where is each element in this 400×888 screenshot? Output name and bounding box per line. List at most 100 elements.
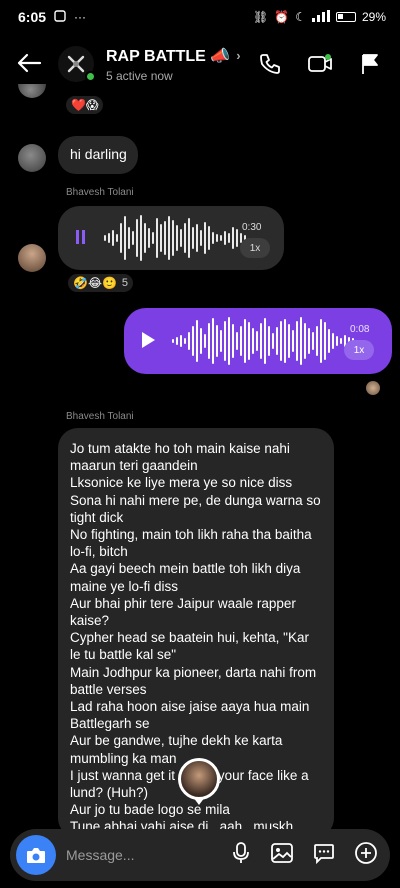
message-reactions[interactable]: ❤️😱 (64, 94, 106, 116)
waveform-bar (220, 330, 222, 352)
lyric-line: No fighting, main toh likh raha tha bait… (70, 527, 312, 560)
waveform-bar (316, 326, 318, 356)
waveform-bar (104, 235, 106, 241)
lyric-line: Main Jodhpur ka pioneer, darta nahi from… (70, 664, 317, 697)
waveform-bar (108, 233, 110, 243)
more-options-button[interactable] (354, 841, 378, 870)
waveform-bar (184, 223, 186, 253)
waveform-bar (304, 323, 306, 359)
waveform-bar (228, 317, 230, 365)
lyric-line: Aa gayi beech mein battle toh likh diya … (70, 561, 301, 594)
camera-button[interactable] (16, 835, 56, 875)
waveform-bar (188, 332, 190, 350)
waveform-bar (300, 317, 302, 365)
lyric-line: Sona hi nahi mere pe, de dunga warna so … (70, 492, 321, 525)
outgoing-voice-message[interactable]: 0:08 1x (124, 308, 392, 374)
waveform-bar (224, 231, 226, 245)
waveform-bar (248, 322, 250, 360)
plus-circle-icon (355, 841, 377, 864)
sender-avatar[interactable] (18, 84, 46, 98)
waveform-bar (200, 328, 202, 354)
sticker-button[interactable] (312, 841, 336, 870)
chat-title-area[interactable]: RAP BATTLE 📣 › 5 active now (106, 46, 241, 83)
waveform-bar (148, 228, 150, 248)
waveform-bar (328, 329, 330, 353)
waveform-bar (160, 224, 162, 252)
waveform-bar (256, 331, 258, 351)
floating-profile-avatar[interactable] (178, 758, 220, 800)
lyric-line: Lksonice ke liye mera ye so nice diss (70, 475, 293, 491)
message-bubble[interactable]: hi darling (58, 136, 138, 174)
play-icon (142, 332, 155, 348)
online-indicator (85, 71, 96, 82)
message-input[interactable] (66, 847, 216, 863)
waveform-bar (168, 216, 170, 260)
gallery-button[interactable] (270, 841, 294, 870)
sender-avatar[interactable] (18, 244, 46, 272)
phone-icon (260, 54, 280, 74)
waveform-bar (240, 326, 242, 356)
chat-title: RAP BATTLE 📣 (106, 47, 231, 65)
message-text: hi darling (70, 146, 127, 163)
waveform-bar (268, 326, 270, 356)
waveform-bar (120, 223, 122, 253)
waveform-bar (112, 230, 114, 246)
waveform-bar (192, 227, 194, 249)
sender-name: Bhavesh Tolani (66, 411, 134, 422)
waveform-bar (236, 229, 238, 247)
report-button[interactable] (356, 50, 384, 78)
waveform-bar (172, 220, 174, 256)
waveform-bar (200, 230, 202, 246)
group-avatar[interactable] (58, 46, 96, 82)
waveform-bar (292, 330, 294, 352)
waveform-bar (284, 319, 286, 363)
seen-avatar (366, 381, 380, 395)
active-status: 5 active now (106, 68, 173, 83)
alarm-icon: ⏰ (274, 10, 290, 24)
voice-call-button[interactable] (256, 50, 284, 78)
waveform-bar (136, 219, 138, 257)
microphone-button[interactable] (230, 841, 252, 870)
waveform-bar (232, 227, 234, 249)
waveform-bar (272, 333, 274, 349)
play-button[interactable] (140, 331, 156, 354)
pause-button[interactable] (76, 230, 85, 244)
waveform-bar (140, 215, 142, 261)
waveform-bar (276, 327, 278, 355)
pause-icon (76, 230, 85, 244)
waveform-bar (184, 338, 186, 344)
crossed-mics-icon (67, 55, 85, 73)
playback-speed-button[interactable]: 1x (240, 238, 270, 258)
waveform-bar (320, 319, 322, 363)
audio-waveform[interactable] (172, 316, 354, 366)
video-call-button[interactable] (306, 50, 334, 78)
waveform-bar (156, 218, 158, 258)
waveform-bar (260, 323, 262, 359)
waveform-bar (232, 324, 234, 358)
waveform-bar (208, 226, 210, 250)
waveform-bar (132, 231, 134, 245)
message-composer (10, 829, 390, 881)
status-time: 6:05 (18, 9, 47, 25)
chat-sticker-icon (314, 843, 334, 864)
sender-name: Bhavesh Tolani (66, 187, 134, 198)
voice-message[interactable]: 0:30 1x (58, 206, 284, 270)
waveform-bar (192, 326, 194, 356)
sender-avatar[interactable] (18, 144, 46, 172)
back-button[interactable] (16, 49, 50, 80)
audio-waveform[interactable] (104, 214, 246, 262)
waveform-bar (176, 337, 178, 345)
playback-speed-button[interactable]: 1x (344, 340, 374, 360)
moon-icon: ☾ (295, 10, 306, 24)
waveform-bar (228, 233, 230, 243)
image-icon (271, 842, 293, 863)
waveform-bar (196, 224, 198, 252)
waveform-bar (340, 338, 342, 344)
battery-percent: 29% (361, 10, 386, 24)
link-icon: ⛓ (253, 10, 269, 24)
message-reactions[interactable]: 🤣😂🙂 5 (66, 272, 136, 294)
waveform-bar (308, 328, 310, 354)
waveform-bar (264, 318, 266, 364)
status-bar: 6:05 ··· ⛓ ⏰ ☾ 29% (0, 0, 400, 34)
waveform-bar (144, 223, 146, 253)
